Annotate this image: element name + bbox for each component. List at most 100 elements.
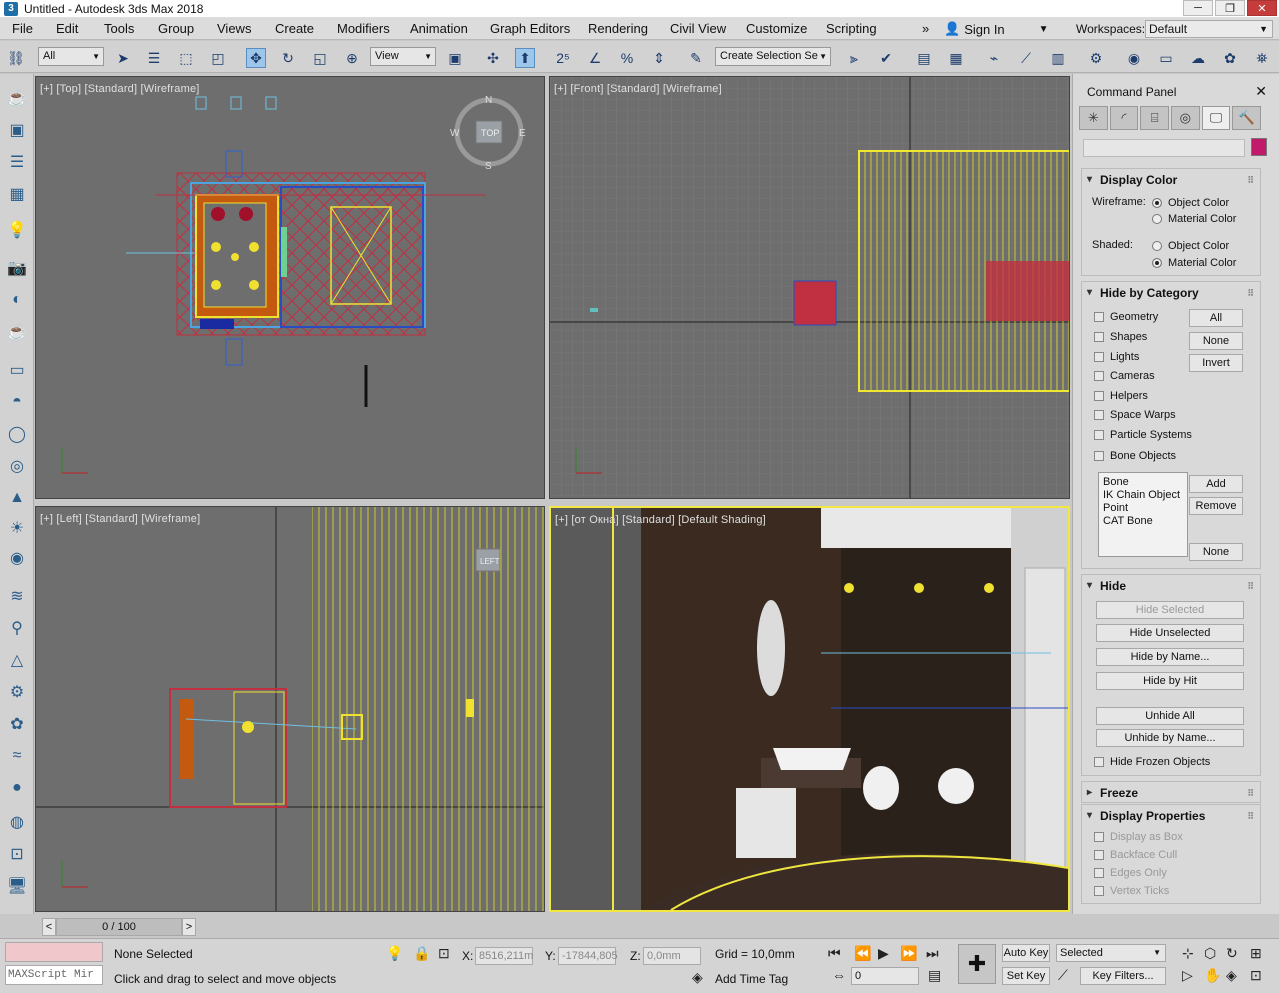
- app-icon[interactable]: 3: [4, 1, 18, 16]
- geometry-checkbox[interactable]: Geometry: [1094, 311, 1158, 323]
- teapot-icon[interactable]: ☕: [5, 86, 29, 110]
- viewport-front[interactable]: [+] [Front] [Standard] [Wireframe]: [549, 76, 1070, 499]
- wireframe-material-color-radio[interactable]: Material Color: [1152, 213, 1236, 225]
- list-icon[interactable]: ☰: [5, 150, 29, 174]
- box-icon[interactable]: ▭: [5, 358, 29, 382]
- lock-icon[interactable]: 🔒: [413, 945, 430, 962]
- schematic-view-icon[interactable]: ⟋: [1016, 48, 1036, 68]
- pan-icon[interactable]: ✋: [1204, 967, 1221, 984]
- plant-icon[interactable]: ✿: [5, 712, 29, 736]
- add-time-tag[interactable]: Add Time Tag: [715, 972, 788, 986]
- none-button[interactable]: None: [1189, 332, 1243, 350]
- particle-systems-checkbox[interactable]: Particle Systems: [1094, 429, 1192, 441]
- previous-frame-icon[interactable]: ⏪: [854, 945, 871, 962]
- maxscript-listener-pink[interactable]: [5, 942, 103, 962]
- time-prev-button[interactable]: <: [42, 918, 56, 936]
- time-config-icon[interactable]: ▤: [928, 967, 941, 984]
- maxscript-mini-listener[interactable]: MAXScript Mir: [5, 965, 103, 985]
- layer-explorer-icon[interactable]: ▤: [914, 48, 934, 68]
- camera-icon[interactable]: 📷: [5, 256, 29, 280]
- auto-key-button[interactable]: Auto Key: [1002, 944, 1050, 962]
- menu-graph-editors[interactable]: Graph Editors: [490, 21, 570, 36]
- rendered-frame-window-icon[interactable]: ▭: [1156, 48, 1176, 68]
- render-production-icon[interactable]: ☁: [1188, 48, 1208, 68]
- time-slider-thumb[interactable]: 0 / 100: [56, 918, 182, 936]
- display-icon[interactable]: 🖥: [5, 874, 29, 898]
- rotate-icon[interactable]: ↻: [278, 48, 298, 68]
- space-warps-checkbox[interactable]: Space Warps: [1094, 409, 1176, 421]
- y-coord-field[interactable]: -17844,805: [558, 947, 618, 965]
- pipe-icon[interactable]: ⚲: [5, 616, 29, 640]
- align-icon[interactable]: ✔: [876, 48, 896, 68]
- hide-frozen-checkbox[interactable]: Hide Frozen Objects: [1094, 756, 1210, 768]
- sphere-half-icon[interactable]: ◐: [5, 288, 29, 312]
- a360-icon[interactable]: ⛯: [1252, 48, 1272, 68]
- display-color-header[interactable]: Display Color⠿: [1082, 169, 1260, 191]
- hide-by-name-button[interactable]: Hide by Name...: [1096, 648, 1244, 666]
- set-keys-icon[interactable]: ✚: [958, 944, 996, 984]
- menu-views[interactable]: Views: [217, 21, 251, 36]
- link-icon[interactable]: ⛓: [6, 48, 26, 68]
- move-icon[interactable]: ✥: [246, 48, 266, 68]
- list-item[interactable]: Bone: [1103, 476, 1183, 489]
- viewport-left-label[interactable]: [+] [Left] [Standard] [Wireframe]: [40, 513, 200, 525]
- utilities-tab-icon[interactable]: 🔨: [1232, 106, 1262, 130]
- percent-snap-icon[interactable]: %: [617, 48, 637, 68]
- light-bulb-icon[interactable]: 💡: [5, 218, 29, 242]
- gear-icon[interactable]: ⚙: [5, 680, 29, 704]
- table-icon[interactable]: ▦: [5, 182, 29, 206]
- material-editor-icon[interactable]: ▥: [1048, 48, 1068, 68]
- list-item[interactable]: Point: [1103, 502, 1183, 515]
- freeze-header[interactable]: Freeze⠿: [1082, 782, 1260, 804]
- place-icon[interactable]: ⊕: [342, 48, 362, 68]
- vertex-ticks-checkbox[interactable]: Vertex Ticks: [1094, 885, 1169, 897]
- set-key-button[interactable]: Set Key: [1002, 967, 1050, 985]
- close-icon[interactable]: ✕: [1255, 83, 1267, 100]
- current-frame-field[interactable]: 0: [851, 967, 919, 985]
- viewport-perspective[interactable]: [+] [от Окна] [Standard] [Default Shadin…: [549, 506, 1070, 912]
- viewport-top-label[interactable]: [+] [Top] [Standard] [Wireframe]: [40, 83, 200, 95]
- remove-button[interactable]: Remove: [1189, 497, 1243, 515]
- layers-icon[interactable]: ▦: [946, 48, 966, 68]
- maximize-button[interactable]: ❐: [1215, 0, 1245, 16]
- isolate-icon[interactable]: 💡: [386, 945, 403, 962]
- ball-icon[interactable]: ●: [5, 776, 29, 800]
- menu-group[interactable]: Group: [158, 21, 194, 36]
- orbit-icon[interactable]: ↻: [1226, 945, 1238, 962]
- lights-checkbox[interactable]: Lights: [1094, 351, 1139, 363]
- spinner-snap-icon[interactable]: ⇕: [649, 48, 669, 68]
- viewport-front-label[interactable]: [+] [Front] [Standard] [Wireframe]: [554, 83, 722, 95]
- display-tab-icon[interactable]: 🖵: [1201, 106, 1231, 130]
- category-list[interactable]: Bone IK Chain Object Point CAT Bone: [1098, 472, 1188, 557]
- create-tab-icon[interactable]: ✳: [1079, 106, 1108, 130]
- target-sphere-icon[interactable]: ◉: [5, 546, 29, 570]
- shaded-material-color-radio[interactable]: Material Color: [1152, 257, 1236, 269]
- menu-rendering[interactable]: Rendering: [588, 21, 648, 36]
- torus-icon[interactable]: ◯: [5, 422, 29, 446]
- sign-in-button[interactable]: 👤 Sign In ▼: [944, 21, 1049, 37]
- reference-coord-dropdown[interactable]: View ▼: [370, 47, 436, 66]
- cameras-checkbox[interactable]: Cameras: [1094, 370, 1155, 382]
- manipulate-icon[interactable]: ✣: [483, 48, 503, 68]
- viewport-left[interactable]: [+] [Left] [Standard] [Wireframe] LEFT: [35, 506, 545, 912]
- hide-selected-button[interactable]: Hide Selected: [1096, 601, 1244, 619]
- globe-icon[interactable]: ◍: [5, 810, 29, 834]
- menu-tools[interactable]: Tools: [104, 21, 134, 36]
- viewport-top[interactable]: [+] [Top] [Standard] [Wireframe] TOP N S…: [35, 76, 545, 499]
- hide-by-category-header[interactable]: Hide by Category⠿: [1082, 282, 1260, 304]
- hide-unselected-button[interactable]: Hide Unselected: [1096, 624, 1244, 642]
- minimize-button[interactable]: ─: [1183, 0, 1213, 16]
- render-frame-icon[interactable]: ◉: [1124, 48, 1144, 68]
- helpers-checkbox[interactable]: Helpers: [1094, 390, 1148, 402]
- bone-objects-checkbox[interactable]: Bone Objects: [1094, 450, 1176, 462]
- object-name-field[interactable]: [1083, 139, 1245, 157]
- key-set-dropdown[interactable]: Selected ▼: [1056, 944, 1166, 962]
- render-iterative-icon[interactable]: ✿: [1220, 48, 1240, 68]
- walk-icon[interactable]: ◈: [1226, 967, 1237, 984]
- all-button[interactable]: All: [1189, 309, 1243, 327]
- shaded-object-color-radio[interactable]: Object Color: [1152, 240, 1229, 252]
- wireframe-object-color-radio[interactable]: Object Color: [1152, 197, 1229, 209]
- selection-icon[interactable]: ⊡: [5, 842, 29, 866]
- geosphere-icon[interactable]: ◎: [5, 454, 29, 478]
- fov-icon[interactable]: ▷: [1182, 967, 1193, 984]
